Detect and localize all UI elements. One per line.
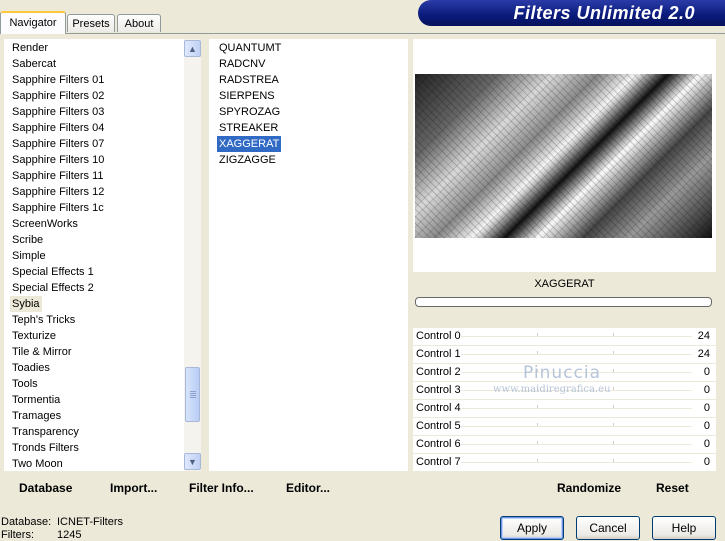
control-label: Control 6 xyxy=(416,438,461,450)
category-item[interactable]: Two Moon xyxy=(10,456,65,471)
import-button[interactable]: Import... xyxy=(110,480,157,496)
preview-filter-name: XAGGERAT xyxy=(413,272,716,296)
filters-label: Filters: xyxy=(1,529,34,541)
control-slider-row[interactable]: Control 0 24 xyxy=(413,328,716,345)
category-item[interactable]: Scribe xyxy=(10,232,45,248)
category-item[interactable]: Sapphire Filters 12 xyxy=(10,184,106,200)
filter-item[interactable]: RADSTREA xyxy=(217,72,281,88)
reset-button[interactable]: Reset xyxy=(656,480,689,496)
control-label: Control 4 xyxy=(416,402,461,414)
category-item[interactable]: Render xyxy=(10,40,50,56)
randomize-button[interactable]: Randomize xyxy=(557,480,621,496)
tab-divider xyxy=(0,33,725,34)
help-button[interactable]: Help xyxy=(652,516,716,540)
control-label: Control 1 xyxy=(416,348,461,360)
progress-bar xyxy=(415,297,712,307)
category-item[interactable]: Special Effects 1 xyxy=(10,264,96,280)
control-label: Control 7 xyxy=(416,456,461,468)
database-value: ICNET-Filters xyxy=(57,516,123,528)
control-label: Control 5 xyxy=(416,420,461,432)
control-slider-row[interactable]: Control 4 0 xyxy=(413,400,716,417)
category-item[interactable]: Sapphire Filters 03 xyxy=(10,104,106,120)
category-item[interactable]: Sabercat xyxy=(10,56,58,72)
filter-item[interactable]: RADCNV xyxy=(217,56,267,72)
category-item[interactable]: Simple xyxy=(10,248,48,264)
cancel-button[interactable]: Cancel xyxy=(576,516,640,540)
editor-button[interactable]: Editor... xyxy=(286,480,330,496)
control-track[interactable] xyxy=(461,336,692,337)
category-item[interactable]: Tile & Mirror xyxy=(10,344,73,360)
category-item[interactable]: Transparency xyxy=(10,424,81,440)
scroll-up-button[interactable]: ▲ xyxy=(184,40,201,57)
filter-item[interactable]: SIERPENS xyxy=(217,88,277,104)
filter-item[interactable]: QUANTUMT xyxy=(217,40,283,56)
category-item[interactable]: Tools xyxy=(10,376,40,392)
control-label: Control 0 xyxy=(416,330,461,342)
tab-presets[interactable]: Presets xyxy=(67,14,115,32)
control-value: 24 xyxy=(697,330,710,342)
category-item[interactable]: Tramages xyxy=(10,408,63,424)
scroll-thumb[interactable] xyxy=(185,367,200,422)
control-slider-row[interactable]: Control 1 24 xyxy=(413,346,716,363)
chevron-up-icon: ▲ xyxy=(188,43,197,54)
control-slider-row[interactable]: Control 5 0 xyxy=(413,418,716,435)
control-value: 0 xyxy=(703,420,710,432)
category-item[interactable]: Sapphire Filters 07 xyxy=(10,136,106,152)
category-scrollbar[interactable]: ▲ ▼ xyxy=(184,39,201,471)
filter-info-button[interactable]: Filter Info... xyxy=(189,480,254,496)
control-value: 0 xyxy=(703,366,710,378)
category-item[interactable]: Sapphire Filters 11 xyxy=(10,168,106,184)
scroll-down-button[interactable]: ▼ xyxy=(184,453,201,470)
filter-item[interactable]: XAGGERAT xyxy=(217,136,282,152)
filter-preview-image xyxy=(415,74,712,238)
control-label: Control 3 xyxy=(416,384,461,396)
app-title-banner: Filters Unlimited 2.0 xyxy=(418,0,725,26)
tab-strip: Navigator Presets About xyxy=(0,0,400,34)
apply-button[interactable]: Apply xyxy=(500,516,564,540)
category-item[interactable]: Sapphire Filters 01 xyxy=(10,72,106,88)
watermark-site: www.maidiregrafica.eu xyxy=(493,384,611,395)
database-button[interactable]: Database xyxy=(19,480,72,496)
watermark-name: Pinuccia xyxy=(523,363,601,383)
filter-list[interactable]: QUANTUMT RADCNV RADSTREA SIERPENS SPYROZAG ST… xyxy=(209,39,408,471)
category-item[interactable]: Texturize xyxy=(10,328,58,344)
control-slider-row[interactable]: Control 6 0 xyxy=(413,436,716,453)
control-label: Control 2 xyxy=(416,366,461,378)
control-track[interactable] xyxy=(461,462,692,463)
filter-item[interactable]: ZIGZAGGE xyxy=(217,152,278,168)
control-slider-row[interactable]: Control 7 0 xyxy=(413,454,716,471)
category-item[interactable]: Sapphire Filters 04 xyxy=(10,120,106,136)
category-item[interactable]: Toadies xyxy=(10,360,52,376)
filters-count: 1245 xyxy=(57,529,82,541)
control-value: 0 xyxy=(703,456,710,468)
filter-item[interactable]: STREAKER xyxy=(217,120,280,136)
category-item[interactable]: Sapphire Filters 02 xyxy=(10,88,106,104)
category-list[interactable]: Render Sabercat Sapphire Filters 01 Sapphir… xyxy=(4,39,184,471)
category-item[interactable]: Teph's Tricks xyxy=(10,312,77,328)
control-track[interactable] xyxy=(461,354,692,355)
chevron-down-icon: ▼ xyxy=(188,456,197,467)
category-item[interactable]: Sapphire Filters 1c xyxy=(10,200,106,216)
tab-about[interactable]: About xyxy=(117,14,161,32)
category-item[interactable]: Tronds Filters xyxy=(10,440,81,456)
control-value: 24 xyxy=(697,348,710,360)
category-item[interactable]: Sybia xyxy=(10,296,42,312)
control-value: 0 xyxy=(703,438,710,450)
control-track[interactable] xyxy=(461,444,692,445)
category-item[interactable]: Tormentia xyxy=(10,392,62,408)
control-value: 0 xyxy=(703,384,710,396)
control-track[interactable] xyxy=(461,426,692,427)
category-item[interactable]: ScreenWorks xyxy=(10,216,80,232)
tab-navigator[interactable]: Navigator xyxy=(0,11,66,34)
filter-item[interactable]: SPYROZAG xyxy=(217,104,282,120)
database-label: Database: xyxy=(1,516,52,528)
category-item[interactable]: Special Effects 2 xyxy=(10,280,96,296)
control-value: 0 xyxy=(703,402,710,414)
category-item[interactable]: Sapphire Filters 10 xyxy=(10,152,106,168)
control-track[interactable] xyxy=(461,408,692,409)
